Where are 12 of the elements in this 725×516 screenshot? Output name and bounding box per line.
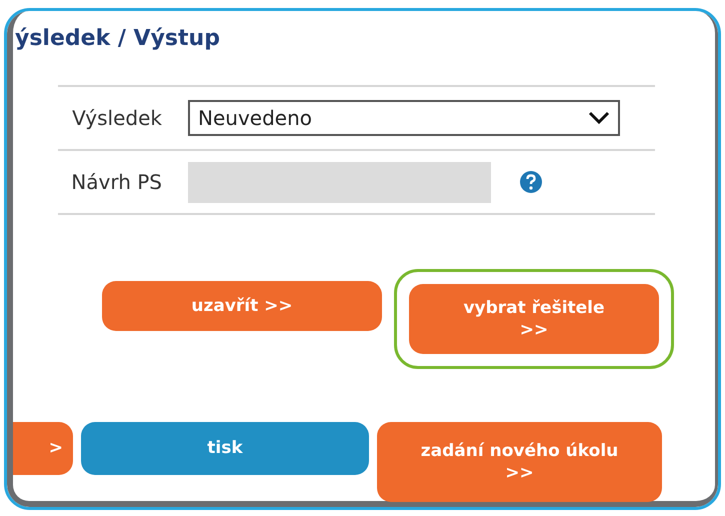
select-field[interactable]: Neuvedeno bbox=[188, 100, 620, 136]
field-label: Návrh PS bbox=[70, 169, 163, 196]
action-button[interactable]: > bbox=[13, 422, 73, 475]
section-title: ýsledek / Výstup bbox=[15, 25, 221, 53]
chevron-down-icon bbox=[588, 111, 610, 125]
action-button[interactable]: uzavřít >> bbox=[102, 281, 382, 331]
field-label: Výsledek bbox=[71, 105, 163, 132]
action-button[interactable]: tisk bbox=[81, 422, 369, 475]
readonly-field[interactable] bbox=[188, 162, 491, 202]
action-button[interactable]: vybrat řešitele >> bbox=[409, 284, 659, 354]
action-button[interactable]: zadání nového úkolu >> bbox=[377, 422, 662, 502]
help-icon[interactable] bbox=[519, 170, 543, 194]
